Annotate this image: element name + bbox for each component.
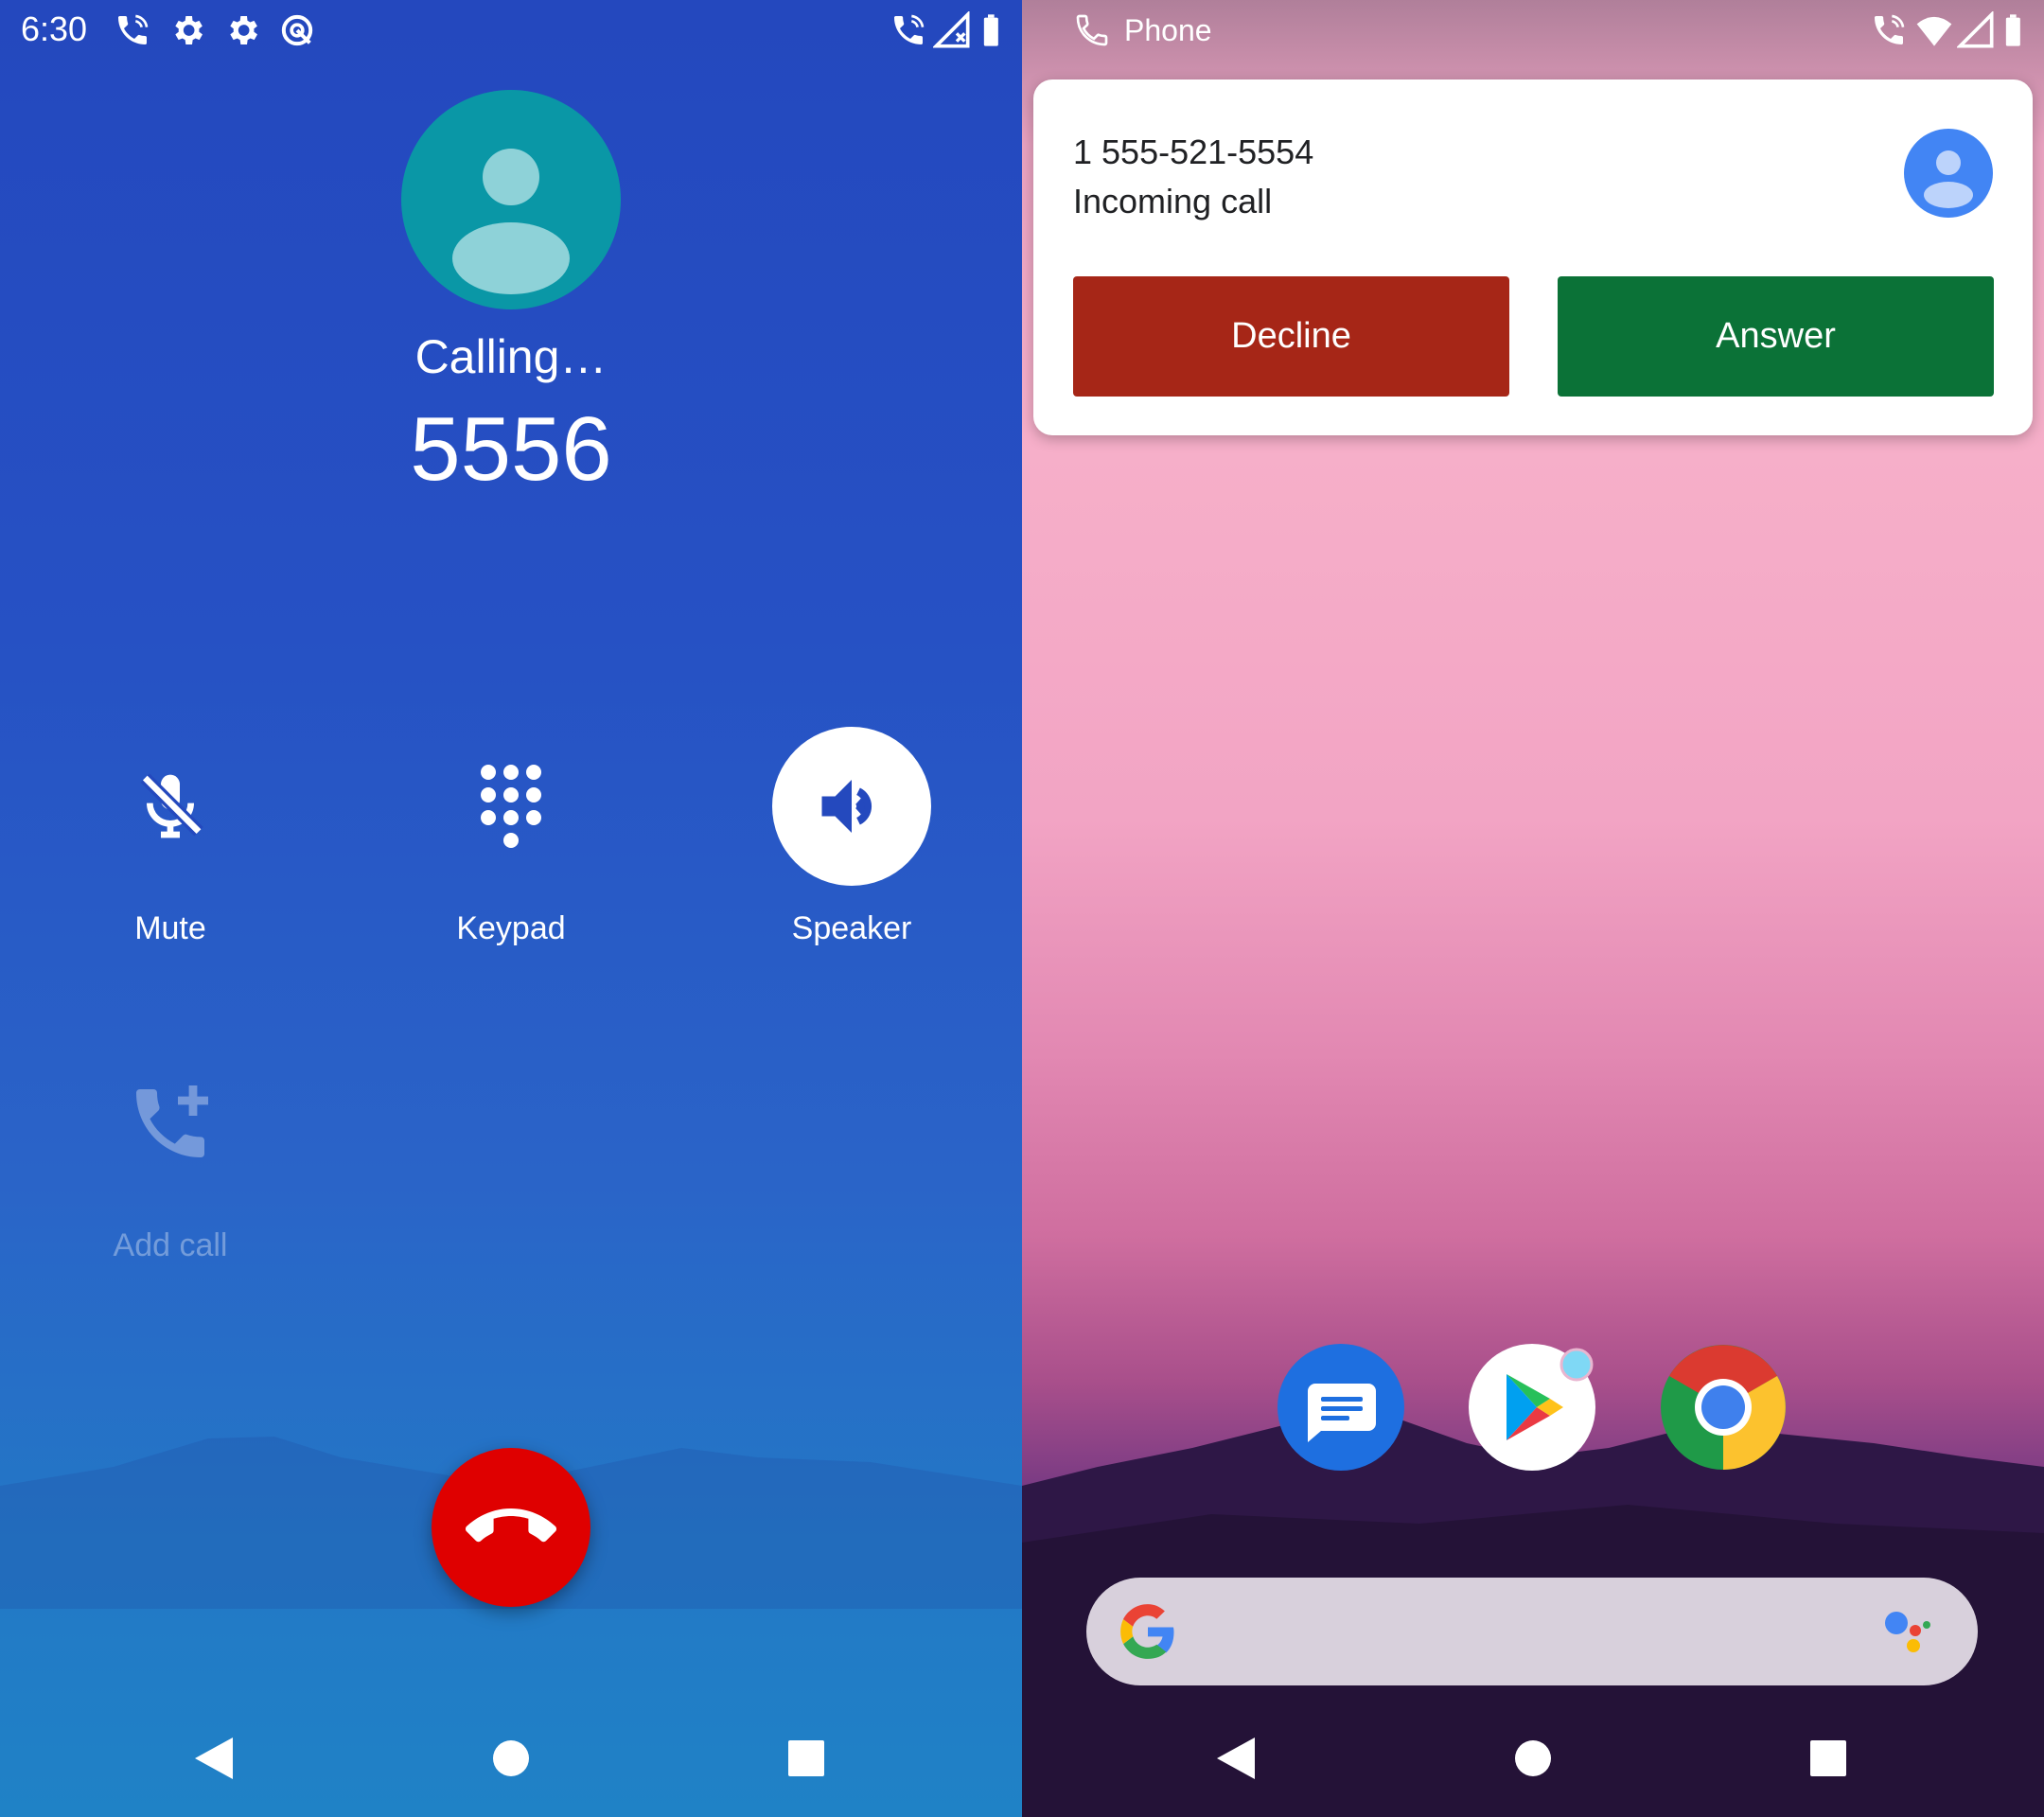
speaker-button[interactable]: Speaker [738, 727, 965, 947]
in-call-screen: 6:30 Calling… 5556 Mute Keypad Speaker A… [0, 0, 1022, 1817]
google-g-icon [1120, 1604, 1174, 1659]
home-screen: Phone 1 555-521-5554 Incoming call Decli… [1022, 0, 2044, 1817]
phone-app-icon [1073, 11, 1111, 49]
caller-number: 1 555-521-5554 [1073, 132, 1314, 171]
home-icon [493, 1740, 529, 1776]
recents-button[interactable] [778, 1730, 835, 1787]
back-icon [195, 1738, 233, 1779]
mic-off-icon [91, 727, 250, 886]
mute-button[interactable]: Mute [57, 727, 284, 947]
home-button[interactable] [483, 1730, 539, 1787]
wifi-call-icon [114, 11, 151, 49]
play-store-icon[interactable] [1469, 1344, 1595, 1471]
add-call-label: Add call [113, 1227, 228, 1263]
messages-icon[interactable] [1278, 1344, 1404, 1471]
call-number: 5556 [410, 398, 612, 500]
keypad-label: Keypad [456, 910, 566, 946]
notification-subtitle: Incoming call [1073, 182, 1273, 221]
data-saver-icon [278, 11, 316, 49]
call-end-icon [466, 1508, 556, 1543]
status-time: 6:30 [21, 9, 88, 48]
call-status: Calling… [414, 330, 608, 383]
incoming-call-notification[interactable]: 1 555-521-5554 Incoming call Decline Ans… [1033, 79, 2033, 435]
gear-icon [168, 11, 206, 49]
wifi-call-icon [1870, 11, 1908, 49]
home-button[interactable] [1505, 1730, 1561, 1787]
wifi-icon [1915, 11, 1953, 49]
battery-icon [978, 11, 1016, 49]
home-icon [1515, 1740, 1551, 1776]
back-button[interactable] [185, 1730, 242, 1787]
dialpad-icon [432, 727, 590, 886]
contact-avatar [401, 90, 621, 309]
caller-avatar [1904, 129, 1993, 218]
keypad-button[interactable]: Keypad [397, 727, 625, 947]
decline-button[interactable]: Decline [1073, 276, 1509, 397]
signal-icon [1955, 9, 1995, 49]
gear-icon [223, 11, 261, 49]
end-call-button[interactable] [432, 1448, 590, 1607]
add-call-icon [91, 1044, 250, 1203]
back-button[interactable] [1207, 1730, 1264, 1787]
wifi-call-icon [890, 11, 927, 49]
back-icon [1217, 1738, 1255, 1779]
answer-button[interactable]: Answer [1558, 276, 1994, 397]
speaker-label: Speaker [791, 910, 912, 946]
status-app-label: Phone [1124, 13, 1212, 47]
recents-icon [788, 1740, 824, 1776]
battery-icon [2000, 11, 2038, 49]
assistant-icon [1885, 1612, 1930, 1652]
person-icon [452, 149, 570, 294]
recents-button[interactable] [1800, 1730, 1857, 1787]
mute-label: Mute [134, 910, 206, 946]
signal-no-service-icon [931, 9, 971, 49]
recents-icon [1810, 1740, 1846, 1776]
chrome-icon[interactable] [1660, 1344, 1787, 1471]
add-call-button[interactable]: Add call [57, 1044, 284, 1264]
person-icon [1924, 150, 1973, 208]
speaker-icon [772, 727, 931, 886]
search-bar[interactable] [1086, 1578, 1978, 1685]
